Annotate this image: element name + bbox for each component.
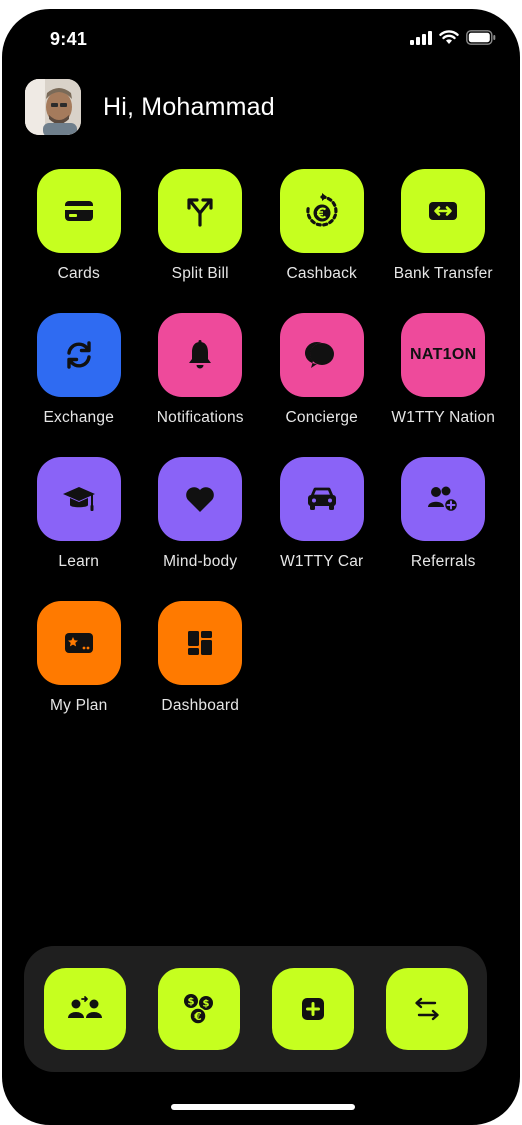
app-label: Dashboard <box>161 697 240 714</box>
avatar-photo <box>25 79 81 135</box>
send-to-contact-icon <box>68 996 102 1018</box>
send-to-contact-button[interactable] <box>44 968 126 1050</box>
dashboard-icon <box>188 631 213 655</box>
app-my-plan[interactable]: My Plan <box>18 601 140 745</box>
wifi-icon <box>439 30 459 44</box>
add-person-icon <box>428 486 459 513</box>
status-icons <box>410 30 496 45</box>
nation-wordmark: NAT1ON <box>410 346 477 363</box>
app-split-bill[interactable]: Split Bill <box>140 169 262 313</box>
car-icon <box>307 487 336 510</box>
card-icon <box>64 201 93 221</box>
header: Hi, Mohammad <box>25 79 275 135</box>
status-bar: 9:41 <box>2 9 520 69</box>
add-button[interactable] <box>272 968 354 1050</box>
app-icon-tile[interactable] <box>158 601 243 685</box>
refresh-icon <box>67 341 91 369</box>
euro-cashback-icon <box>306 193 338 227</box>
app-label: Notifications <box>156 409 244 426</box>
bell-icon <box>189 340 212 369</box>
app-icon-tile[interactable] <box>158 313 243 397</box>
app-icon-tile[interactable] <box>401 169 486 253</box>
app-witty-nation[interactable]: NAT1ON W1TTY Nation <box>383 313 505 457</box>
split-arrows-icon <box>187 198 213 227</box>
app-icon-tile[interactable]: NAT1ON <box>401 313 486 397</box>
bottom-dock: $ $ € <box>24 946 487 1072</box>
signal-icon <box>410 30 432 45</box>
app-label: Mind-body <box>163 553 238 570</box>
app-bank-transfer[interactable]: Bank Transfer <box>383 169 505 313</box>
svg-text:$: $ <box>188 997 195 1008</box>
app-label: Exchange <box>43 409 115 426</box>
status-time: 9:41 <box>50 29 88 49</box>
app-label: My Plan <box>50 697 108 714</box>
transfer-arrows-icon <box>429 202 458 220</box>
app-mind-body[interactable]: Mind-body <box>140 457 262 601</box>
app-referrals[interactable]: Referrals <box>383 457 505 601</box>
app-notifications[interactable]: Notifications <box>140 313 262 457</box>
app-label: W1TTY Car <box>280 553 364 570</box>
app-learn[interactable]: Learn <box>18 457 140 601</box>
app-cards[interactable]: Cards <box>18 169 140 313</box>
svg-text:$: $ <box>203 999 210 1010</box>
app-label: Split Bill <box>171 265 229 282</box>
app-witty-car[interactable]: W1TTY Car <box>261 457 383 601</box>
app-label: W1TTY Nation <box>391 409 496 426</box>
svg-text:€: € <box>193 1010 202 1023</box>
add-icon <box>302 998 324 1020</box>
app-icon-tile[interactable] <box>158 457 243 541</box>
app-icon-tile[interactable] <box>279 313 364 397</box>
app-label: Cashback <box>286 265 358 282</box>
greeting-text: Hi, Mohammad <box>103 92 275 121</box>
currency-exchange-button[interactable]: $ $ € <box>158 968 240 1050</box>
app-dashboard[interactable]: Dashboard <box>140 601 262 745</box>
app-label: Concierge <box>285 409 358 426</box>
app-icon-tile[interactable] <box>36 457 121 541</box>
app-icon-tile[interactable] <box>279 169 364 253</box>
app-label: Learn <box>58 553 100 570</box>
app-grid: Cards Split Bill Cashback Bank Transfer … <box>18 169 508 745</box>
heart-icon <box>186 487 215 512</box>
app-icon-tile[interactable] <box>36 601 121 685</box>
app-exchange[interactable]: Exchange <box>18 313 140 457</box>
swap-button[interactable] <box>386 968 468 1050</box>
phone-screen: 9:41 Hi, Mohammad Cards Split Bill Cashb… <box>2 9 520 1125</box>
chat-bubble-icon <box>304 342 334 368</box>
avatar[interactable] <box>25 79 81 135</box>
graduation-cap-icon <box>62 487 95 511</box>
currency-exchange-icon: $ $ € <box>184 994 213 1025</box>
battery-icon <box>466 30 496 45</box>
app-label: Cards <box>57 265 100 282</box>
app-label: Referrals <box>410 553 476 570</box>
app-cashback[interactable]: Cashback <box>261 169 383 313</box>
app-concierge[interactable]: Concierge <box>261 313 383 457</box>
plan-star-icon <box>64 633 93 653</box>
app-icon-tile[interactable] <box>36 313 121 397</box>
app-label: Bank Transfer <box>393 265 493 282</box>
app-icon-tile[interactable] <box>279 457 364 541</box>
app-icon-tile[interactable] <box>158 169 243 253</box>
app-icon-tile[interactable] <box>36 169 121 253</box>
swap-arrows-icon <box>415 997 439 1021</box>
home-indicator[interactable] <box>171 1104 355 1110</box>
app-icon-tile[interactable] <box>401 457 486 541</box>
